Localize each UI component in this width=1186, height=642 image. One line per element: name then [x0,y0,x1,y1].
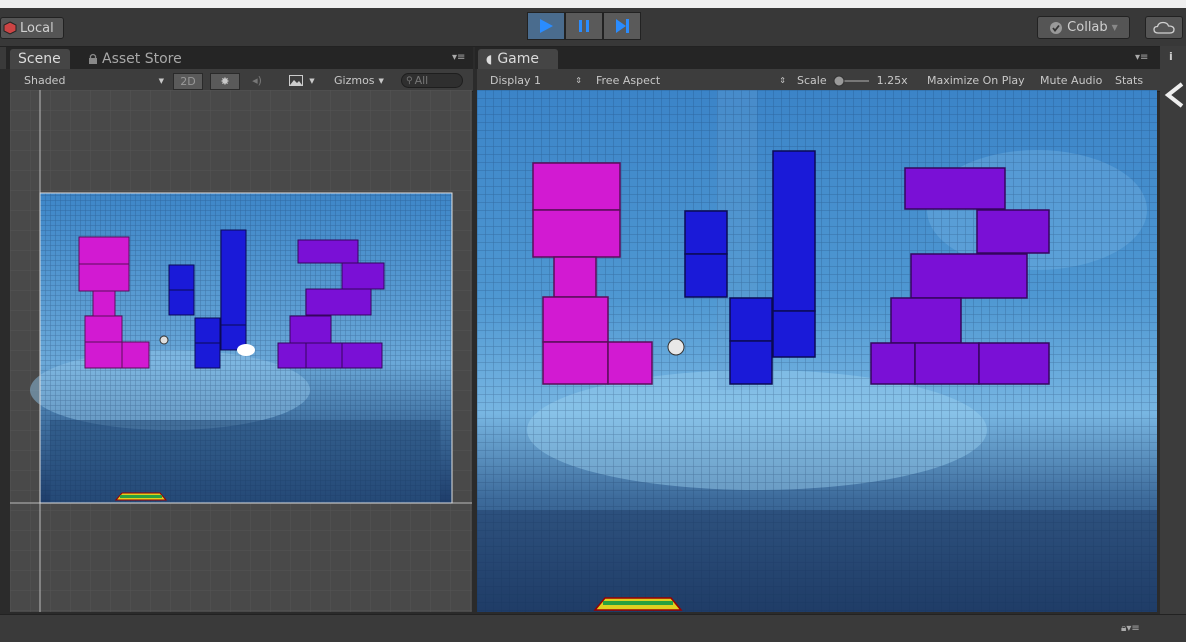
gizmos-label: Gizmos [334,74,375,87]
maximize-on-play-toggle[interactable]: Maximize On Play [927,73,1031,88]
checkmark-icon [1050,21,1063,34]
stats-toggle[interactable]: Stats [1115,73,1155,88]
tab-scene[interactable]: Scene [10,49,70,69]
local-label: Local [20,20,54,36]
step-icon [616,19,629,33]
mode-2d-label: 2D [180,75,196,88]
tab-asset-store[interactable]: Asset Store [80,49,200,69]
chevron-updown-icon: ⇕ [779,76,786,85]
main-toolbar: Local Collab ▼ [0,8,1186,47]
collab-label: Collab [1067,20,1108,35]
aspect-dropdown[interactable]: Free Aspect ⇕ [596,73,786,88]
scale-value: 1.25x [876,74,908,87]
tab-asset-store-label: Asset Store [102,51,182,67]
window-top-strip [0,0,1186,8]
scene-tabbar: Scene Asset Store ▾≡ [0,47,473,69]
search-placeholder: All [414,74,429,87]
speaker-icon: ◂) [252,74,262,87]
pause-icon [579,20,589,32]
step-button[interactable] [603,12,641,40]
scene-search-input[interactable]: ⚲ All [401,73,463,88]
panel-menu-icon[interactable]: ▾≡ [452,52,465,63]
scale-label: Scale [797,74,827,87]
gizmos-dropdown[interactable]: Gizmos ▼ [334,73,392,88]
tab-game-label: Game [497,51,540,67]
chevron-updown-icon: ⇕ [575,76,582,85]
hand-tool-icon [237,344,255,356]
collapse-arrow-icon[interactable] [1164,80,1186,110]
play-icon [540,19,553,33]
cube-icon [3,21,17,35]
ball [159,335,169,345]
tab-scene-label: Scene [18,51,61,67]
play-controls [527,12,643,40]
effects-dropdown[interactable]: ▼ [282,73,322,88]
audio-toggle-button[interactable]: ◂) [247,73,267,88]
mute-audio-toggle[interactable]: Mute Audio [1040,73,1106,88]
lighting-toggle-button[interactable]: ✸ [210,73,240,90]
play-button[interactable] [527,12,565,40]
2d-toggle-button[interactable]: 2D [173,73,203,90]
aspect-label: Free Aspect [596,74,661,87]
scale-slider[interactable]: Scale 1.25x [797,73,917,88]
pacman-icon: ◖ [486,52,493,66]
chevron-down-icon: ▼ [1111,23,1118,32]
scene-toolbar: Shaded ▼ 2D ✸ ◂) ▼ Gizmos ▼ ⚲ All [10,69,473,92]
tab-game[interactable]: ◖ Game [478,49,558,69]
game-tabbar: ◖ Game ▾≡ [475,47,1160,69]
sun-icon: ✸ [220,75,230,88]
scene-canvas [10,90,472,612]
stats-label: Stats [1115,74,1144,87]
mute-label: Mute Audio [1040,74,1103,87]
ball [667,338,685,356]
cloud-button[interactable] [1145,16,1183,39]
shading-mode-label: Shaded [24,74,66,87]
lock-icon [89,53,97,64]
game-toolbar: Display 1 ⇕ Free Aspect ⇕ Scale 1.25x Ma… [477,69,1160,92]
chevron-down-icon: ▼ [378,76,384,85]
cloud-icon [1153,21,1175,34]
status-bar: 🔒︎▾≡ [0,614,1186,642]
maximize-label: Maximize On Play [927,74,1025,87]
info-icon[interactable]: i [1169,50,1173,63]
game-canvas [477,90,1157,612]
chevron-down-icon: ▼ [309,76,315,85]
scene-view[interactable] [10,90,472,612]
scale-slider-track[interactable] [833,75,871,87]
display-label: Display 1 [490,74,542,87]
display-dropdown[interactable]: Display 1 ⇕ [490,73,582,88]
collab-button[interactable]: Collab ▼ [1037,16,1130,39]
game-view[interactable] [477,90,1157,612]
image-icon [289,75,304,86]
shading-mode-dropdown[interactable]: Shaded ▼ [24,73,164,88]
panel-menu-icon[interactable]: ▾≡ [1135,52,1148,63]
search-icon: ⚲ [406,75,413,86]
lock-menu-icon[interactable]: 🔒︎▾≡ [1121,623,1140,634]
panel-left-edge [0,47,6,69]
chevron-down-icon: ▼ [158,76,164,85]
local-button[interactable]: Local [0,17,64,39]
pause-button[interactable] [565,12,603,40]
inspector-strip: i [1160,46,1186,614]
